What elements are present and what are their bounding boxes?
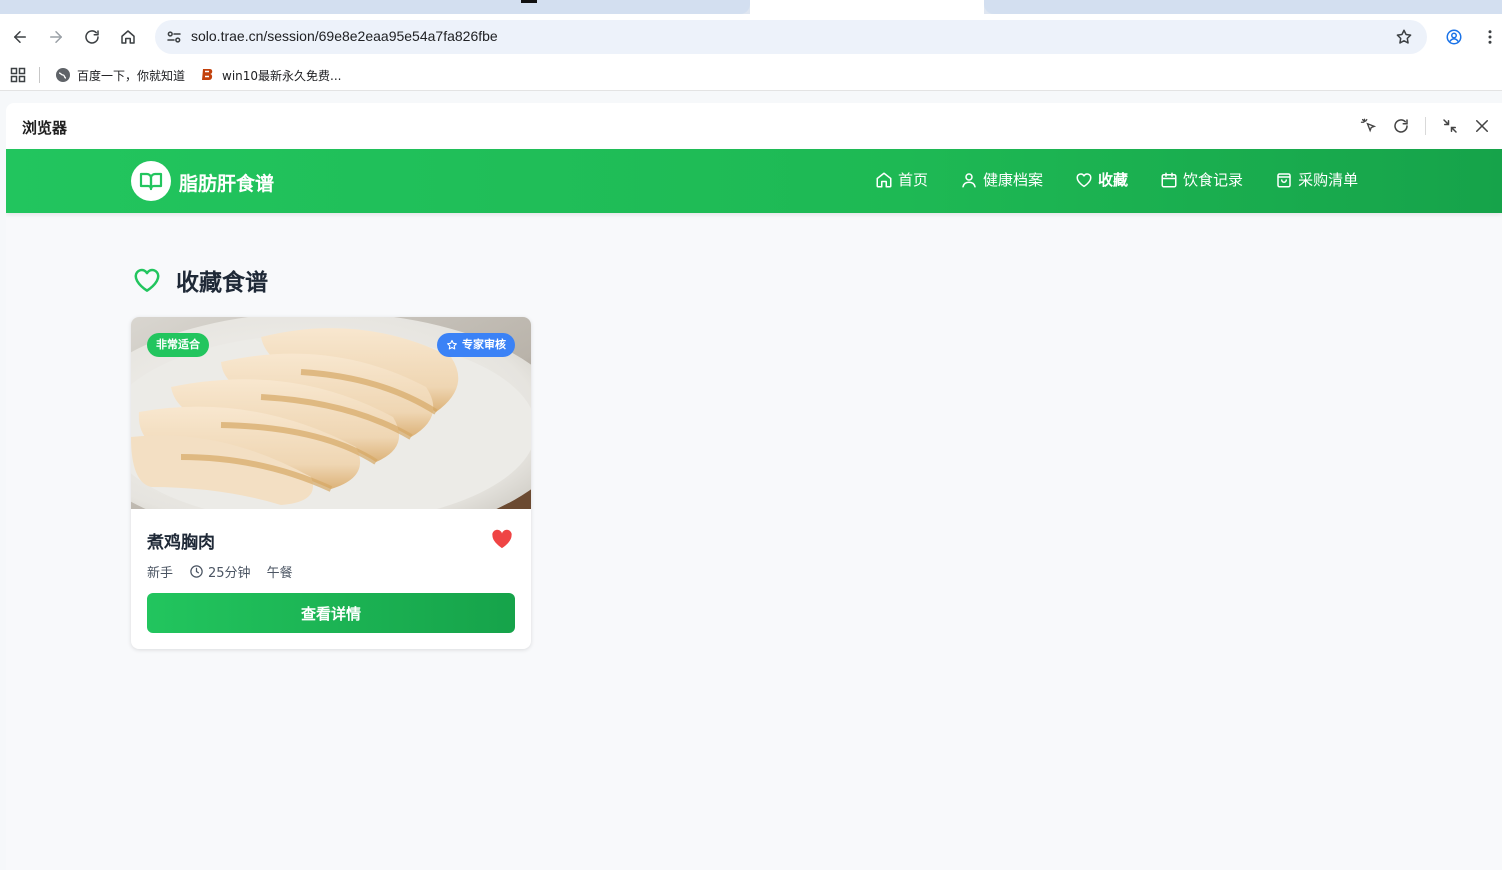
panel-title: 浏览器 <box>22 119 68 137</box>
site-settings-icon[interactable] <box>165 28 183 46</box>
favorite-heart-icon[interactable] <box>491 529 513 549</box>
globe-icon <box>56 68 70 82</box>
nav-favorites[interactable]: 收藏 <box>1075 169 1128 190</box>
suitability-badge: 非常适合 <box>147 333 209 357</box>
expert-badge: 专家审核 <box>437 333 515 357</box>
browser-tab[interactable] <box>984 0 1502 14</box>
reload-button[interactable] <box>79 24 105 50</box>
nav-label: 饮食记录 <box>1183 171 1244 189</box>
pointer-select-icon[interactable] <box>1360 117 1378 135</box>
home-icon <box>876 172 892 187</box>
view-details-button[interactable]: 查看详情 <box>147 593 515 633</box>
menu-button[interactable] <box>1477 24 1502 50</box>
back-button[interactable] <box>7 24 33 50</box>
nav-label: 收藏 <box>1098 171 1129 189</box>
nav-label: 首页 <box>898 171 929 189</box>
tab-favicon <box>521 0 537 3</box>
bookmark-label: win10最新永久免费... <box>222 68 342 83</box>
nav-home[interactable]: 首页 <box>875 169 928 190</box>
url-text[interactable]: solo.trae.cn/session/69e8e2eaa95e54a7fa8… <box>191 28 498 44</box>
recipe-image[interactable]: 非常适合 专家审核 <box>131 317 531 509</box>
recipe-meta: 新手 25分钟 午餐 <box>147 562 293 581</box>
address-bar[interactable]: solo.trae.cn/session/69e8e2eaa95e54a7fa8… <box>155 20 1427 54</box>
apps-grid-icon[interactable] <box>10 67 26 83</box>
bookmark-label: 百度一下，你就知道 <box>77 68 186 83</box>
nav-shopping-list[interactable]: 采购清单 <box>1275 169 1358 190</box>
meal-type: 午餐 <box>266 566 293 581</box>
home-icon <box>121 30 135 44</box>
panel-header: 浏览器 <box>6 103 1502 149</box>
browser-tab[interactable] <box>0 0 750 14</box>
book-open-icon <box>139 172 163 191</box>
reload-icon <box>85 30 99 44</box>
page-heading: 收藏食谱 <box>132 263 268 297</box>
heart-icon <box>1076 172 1092 187</box>
nav-diet-record[interactable]: 饮食记录 <box>1160 169 1243 190</box>
logo[interactable] <box>131 161 171 201</box>
expert-badge-label: 专家审核 <box>462 338 506 351</box>
close-icon[interactable] <box>1473 117 1491 135</box>
browser-toolbar: solo.trae.cn/session/69e8e2eaa95e54a7fa8… <box>0 14 1502 59</box>
bookmarks-bar: 百度一下，你就知道 win10最新永久免费... <box>0 59 1502 91</box>
recipe-name[interactable]: 煮鸡胸肉 <box>147 528 215 553</box>
arrow-right-icon <box>50 31 62 43</box>
bookmark-win10[interactable]: win10最新永久免费... <box>200 65 341 85</box>
panel-header-separator <box>1425 117 1426 135</box>
main-nav: 首页 健康档案 收藏 饮食记录 采购清单 <box>875 169 1358 190</box>
collapse-icon[interactable] <box>1441 117 1459 135</box>
nav-label: 采购清单 <box>1298 171 1359 189</box>
star-icon <box>447 339 457 350</box>
heart-icon <box>134 268 160 292</box>
app-name[interactable]: 脂肪肝食谱 <box>179 169 274 196</box>
home-button[interactable] <box>115 24 141 50</box>
forward-button[interactable] <box>43 24 69 50</box>
more-vertical-icon <box>1488 30 1492 44</box>
bookmarks-separator <box>39 67 40 83</box>
profile-icon <box>1446 29 1462 45</box>
recipe-card[interactable]: 非常适合 专家审核 煮鸡胸肉 新手 25分钟 午餐 查看详情 <box>131 317 531 649</box>
bookmark-baidu[interactable]: 百度一下，你就知道 <box>55 65 185 85</box>
browser-tab-active[interactable] <box>750 0 984 14</box>
refresh-icon[interactable] <box>1392 117 1410 135</box>
browser-panel: 浏览器 脂肪肝食谱 首页 健康档案 收藏 饮食记录 采购清单 收藏食谱 非常适合… <box>6 103 1502 870</box>
shopping-bag-icon <box>1277 172 1291 187</box>
difficulty: 新手 <box>147 566 174 581</box>
tab-strip <box>0 0 1502 14</box>
clock-icon <box>190 565 203 578</box>
user-icon <box>962 172 976 187</box>
bookmark-star-icon[interactable] <box>1395 28 1413 46</box>
arrow-left-icon <box>14 31 26 43</box>
duration: 25分钟 <box>189 562 251 581</box>
calendar-icon <box>1161 172 1177 187</box>
page-title: 收藏食谱 <box>176 270 268 296</box>
nav-health-profile[interactable]: 健康档案 <box>960 169 1043 190</box>
b-logo-icon <box>202 69 213 80</box>
app-navbar: 脂肪肝食谱 首页 健康档案 收藏 饮食记录 采购清单 <box>6 149 1502 213</box>
duration-text: 25分钟 <box>208 566 251 581</box>
profile-button[interactable] <box>1441 24 1467 50</box>
nav-label: 健康档案 <box>983 171 1044 189</box>
